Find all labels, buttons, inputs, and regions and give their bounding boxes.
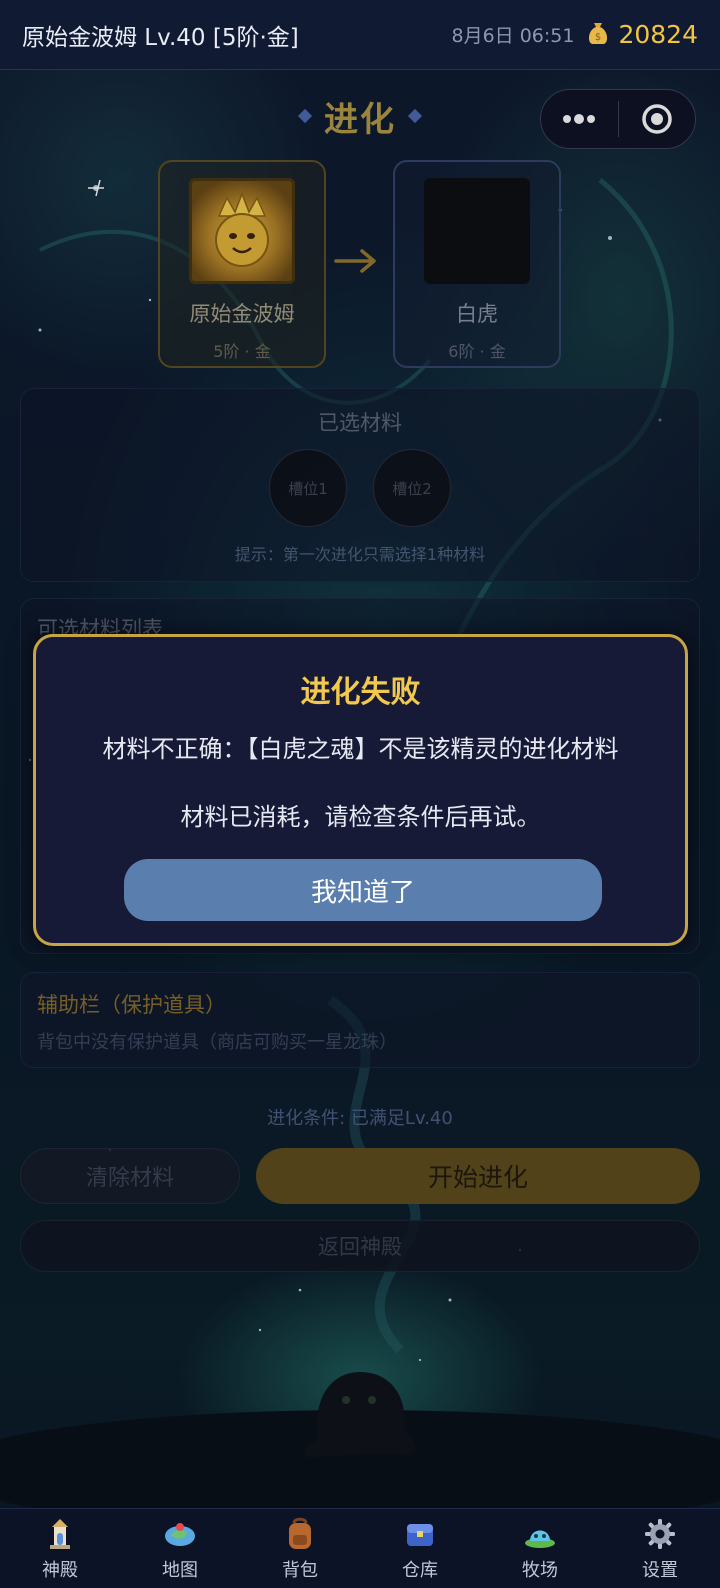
nav-item-ranch[interactable]: 牧场 [480, 1509, 600, 1588]
nav-label: 仓库 [402, 1560, 438, 1581]
status-bar: 原始金波姆 Lv.40 [5阶·金] 8月6日 06:51 $ 20824 [0, 0, 720, 70]
map-icon [162, 1516, 198, 1552]
ranch-icon [522, 1516, 558, 1552]
warehouse-icon [402, 1516, 438, 1552]
coin-amount: 20824 [618, 20, 698, 49]
nav-label: 牧场 [522, 1560, 558, 1581]
dialog-sub-message: 材料已消耗，请检查条件后再试。 [180, 803, 541, 831]
pet-info: 原始金波姆 Lv.40 [5阶·金] [22, 24, 299, 51]
nav-label: 神殿 [42, 1560, 78, 1581]
nav-item-settings[interactable]: 设置 [600, 1509, 720, 1588]
gear-icon [642, 1516, 678, 1552]
evolution-failed-dialog: 进化失败 材料不正确：【白虎之魂】不是该精灵的进化材料 材料已消耗，请检查条件后… [33, 634, 688, 946]
nav-label: 地图 [162, 1560, 198, 1581]
coin-balance: $ 20824 [586, 20, 698, 50]
temple-icon [42, 1516, 78, 1552]
money-bag-icon: $ [586, 20, 610, 50]
dialog-title: 进化失败 [300, 675, 421, 710]
nav-label: 设置 [642, 1560, 678, 1581]
bottom-nav: 神殿 地图 背包 仓库 牧场 设置 [0, 1508, 720, 1588]
dialog-message: 材料不正确：【白虎之魂】不是该精灵的进化材料 [102, 735, 619, 763]
nav-item-temple[interactable]: 神殿 [0, 1509, 120, 1588]
datetime: 8月6日 06:51 [451, 25, 575, 47]
nav-item-map[interactable]: 地图 [120, 1509, 240, 1588]
nav-item-warehouse[interactable]: 仓库 [360, 1509, 480, 1588]
nav-item-backpack[interactable]: 背包 [240, 1509, 360, 1588]
confirm-button[interactable]: 我知道了 [124, 859, 602, 921]
backpack-icon [282, 1516, 318, 1552]
nav-label: 背包 [282, 1560, 318, 1581]
svg-text:$: $ [595, 32, 601, 43]
